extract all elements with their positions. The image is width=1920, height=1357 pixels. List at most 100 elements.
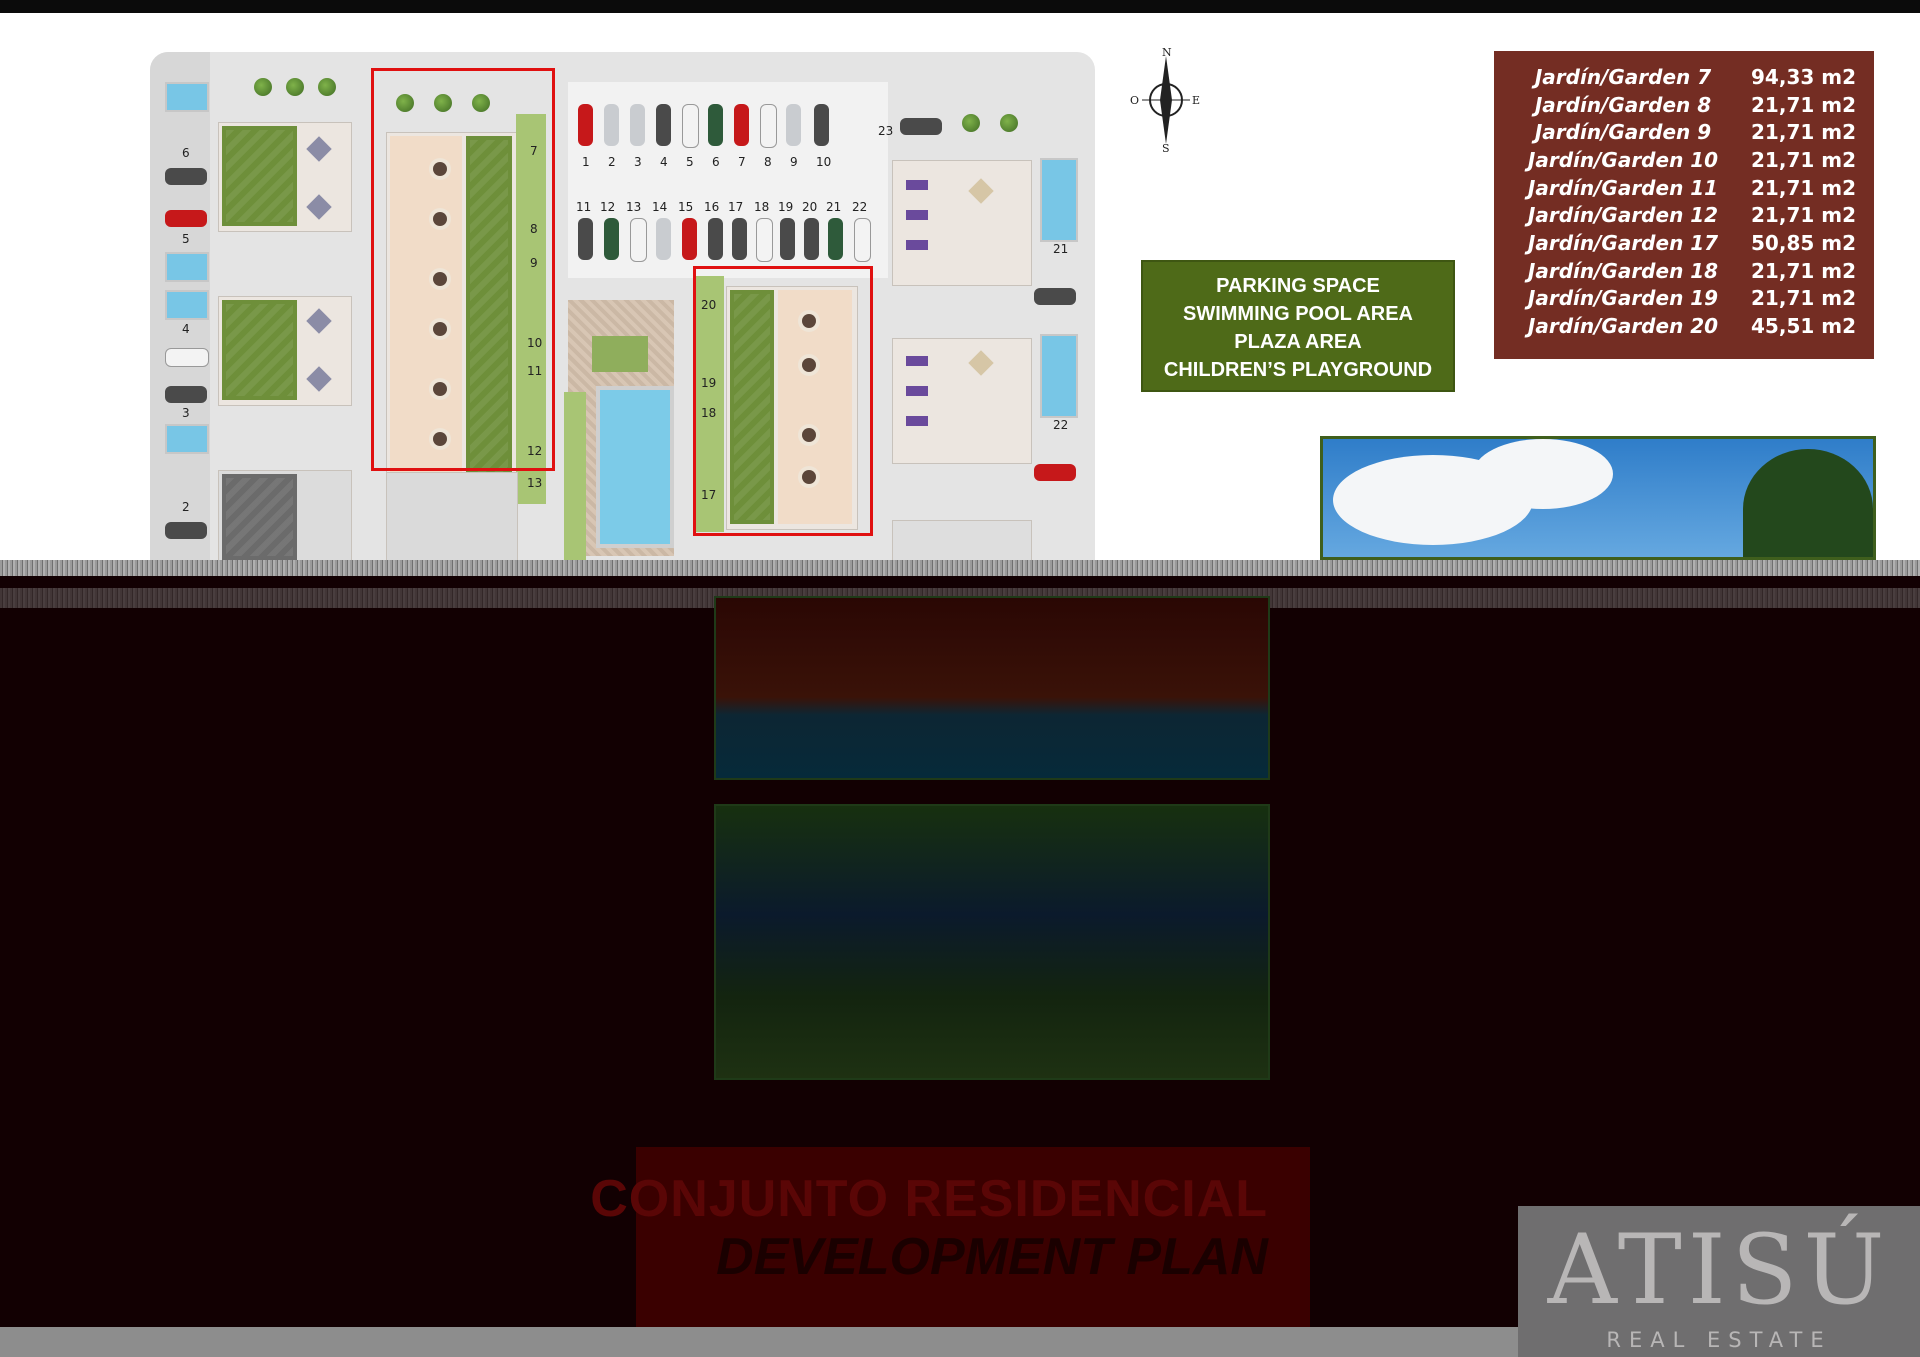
garden-label: Jardín/Garden 9: [1534, 120, 1712, 145]
car: [708, 218, 723, 260]
space-number: 3: [634, 155, 642, 169]
lawn: [222, 474, 297, 560]
garden-label: Jardín/Garden 11: [1527, 175, 1719, 200]
amenity-line: SWIMMING POOL AREA: [1183, 303, 1413, 325]
site-plan: 6 5 4 3 2 7 8 9 10 11 12 13 1 2 3 4 5 6 …: [150, 52, 1095, 560]
car: [165, 386, 207, 403]
garden-row: Jardín/Garden 8 21,71 m2: [1494, 91, 1874, 119]
car: [165, 210, 207, 227]
lawn: [222, 126, 297, 226]
car: [814, 104, 829, 146]
garden-area: 21,71 m2: [1751, 147, 1856, 172]
amenity-line: PLAZA AREA: [1234, 331, 1362, 353]
plot-number: 4: [182, 322, 190, 336]
car: [656, 104, 671, 146]
sunbed-icon: [906, 240, 928, 250]
plot-number: 2: [182, 500, 190, 514]
garden-label: Jardín/Garden 7: [1534, 64, 1712, 89]
space-number: 17: [728, 200, 744, 214]
garden-row: Jardín/Garden 9 21,71 m2: [1494, 118, 1874, 146]
garden-area: 21,71 m2: [1751, 175, 1856, 200]
car: [165, 168, 207, 185]
tree-icon: [962, 114, 980, 132]
garden-row: Jardín/Garden 7 94,33 m2: [1494, 63, 1874, 91]
aerial-photo: [714, 804, 1270, 1080]
palm-tree: [1743, 449, 1873, 557]
car: [578, 104, 593, 146]
space-number: 8: [764, 155, 772, 169]
garden-row: Jardín/Garden 18 21,71 m2: [1494, 257, 1874, 285]
garden-label: Jardín/Garden 19: [1527, 286, 1719, 311]
space-number: 13: [626, 200, 642, 214]
space-number: 16: [704, 200, 720, 214]
garden-row: Jardín/Garden 12 21,71 m2: [1494, 201, 1874, 229]
swimming-pool: [596, 386, 674, 548]
car: [786, 104, 801, 146]
garden-label: Jardín/Garden 12: [1527, 203, 1719, 228]
car: [578, 218, 593, 260]
house-unit: [892, 520, 1032, 560]
compass-east: E: [1192, 94, 1201, 107]
garden-area: 21,71 m2: [1751, 120, 1856, 145]
car: [604, 104, 619, 146]
garden-area: 94,33 m2: [1751, 64, 1856, 89]
car: [604, 218, 619, 260]
hedge: [564, 392, 586, 560]
private-pool: [165, 290, 209, 320]
garden-row: Jardín/Garden 11 21,71 m2: [1494, 174, 1874, 202]
car: [656, 218, 671, 260]
house-row: [386, 472, 518, 560]
garden-label: Jardín/Garden 20: [1527, 314, 1719, 339]
resort-photo: [1320, 436, 1876, 560]
atisu-logo: ATISÚ REAL ESTATE: [1518, 1206, 1920, 1357]
logo-subtitle: REAL ESTATE: [1606, 1328, 1832, 1352]
tree-icon: [254, 78, 272, 96]
title-line-1: CONJUNTO RESIDENCIAL: [590, 1170, 1268, 1228]
car: [854, 218, 871, 262]
space-number: 21: [826, 200, 842, 214]
car: [1034, 464, 1076, 481]
car: [760, 104, 777, 148]
garden-area: 21,71 m2: [1751, 92, 1856, 117]
garden-areas-table: Jardín/Garden 7 94,33 m2 Jardín/Garden 8 2…: [1494, 51, 1874, 359]
car: [682, 104, 699, 148]
space-number: 20: [802, 200, 818, 214]
car: [1034, 288, 1076, 305]
tree-icon: [1000, 114, 1018, 132]
car: [828, 218, 843, 260]
car: [734, 104, 749, 146]
garden-area: 21,71 m2: [1751, 286, 1856, 311]
garden-label: Jardín/Garden 8: [1534, 92, 1712, 117]
garden-label: Jardín/Garden 18: [1527, 258, 1719, 283]
garden-area: 21,71 m2: [1751, 258, 1856, 283]
top-bar: [0, 0, 1920, 13]
garden-area: 50,85 m2: [1751, 230, 1856, 255]
highlight-frame: [371, 68, 555, 471]
car: [804, 218, 819, 260]
house-unit: [892, 160, 1032, 286]
sunbed-icon: [906, 416, 928, 426]
compass-north: N: [1162, 46, 1172, 59]
car: [165, 522, 207, 539]
garden-row: Jardín/Garden 20 45,51 m2: [1494, 312, 1874, 340]
amenity-line: CHILDREN’S PLAYGROUND: [1163, 359, 1433, 381]
plot-number: 5: [182, 232, 190, 246]
car: [708, 104, 723, 146]
private-pool: [165, 82, 209, 112]
car: [780, 218, 795, 260]
space-number: 1: [582, 155, 590, 169]
private-pool: [1040, 334, 1078, 418]
car: [682, 218, 697, 260]
compass: N S E O: [1130, 46, 1201, 155]
amenities-box: PARKING SPACE SWIMMING POOL AREA PLAZA A…: [1141, 260, 1455, 392]
space-number: 6: [712, 155, 720, 169]
space-number: 14: [652, 200, 668, 214]
pool-photo: [714, 596, 1270, 780]
highlight-frame: [693, 266, 873, 536]
garden-label: Jardín/Garden 17: [1527, 230, 1719, 255]
garden-row: Jardín/Garden 19 21,71 m2: [1494, 285, 1874, 313]
tree-icon: [286, 78, 304, 96]
logo-wordmark: ATISÚ: [1547, 1214, 1891, 1326]
sunbed-icon: [906, 180, 928, 190]
sunbed-icon: [906, 210, 928, 220]
